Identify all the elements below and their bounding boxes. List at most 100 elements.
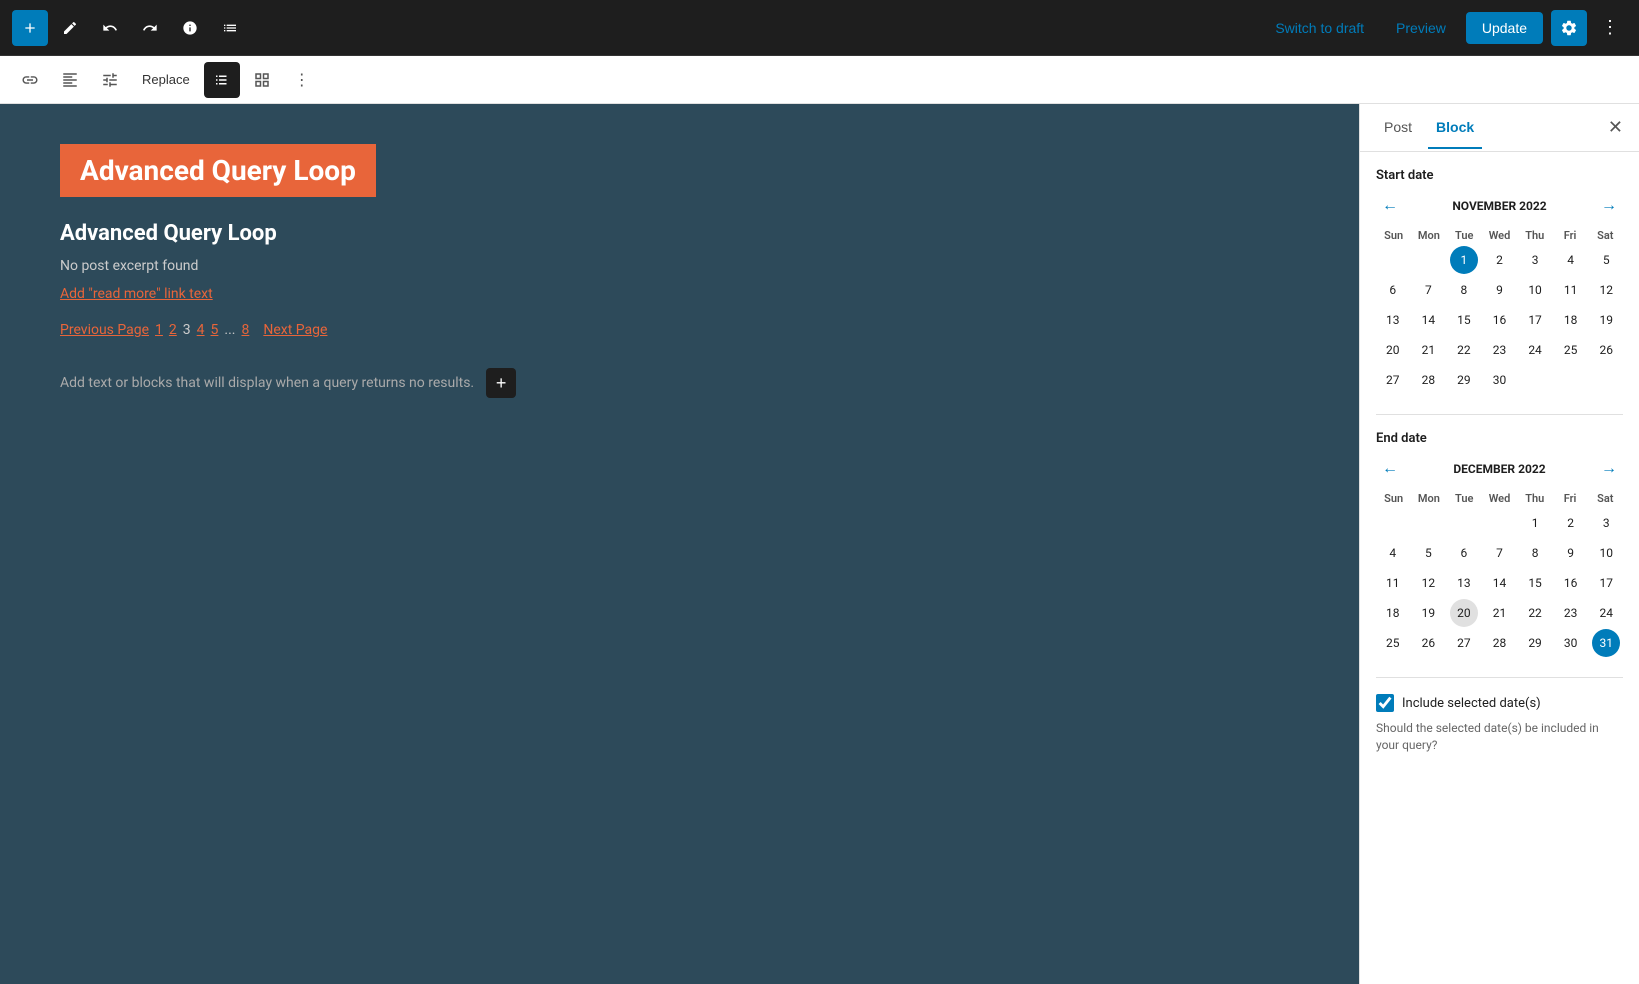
nov-day-25[interactable]: 25 (1557, 336, 1585, 364)
block-tab[interactable]: Block (1428, 107, 1482, 149)
sidebar-close-button[interactable]: ✕ (1608, 117, 1623, 138)
dec-day-25[interactable]: 25 (1379, 629, 1407, 657)
december-next-button[interactable]: → (1595, 458, 1623, 480)
update-button[interactable]: Update (1466, 12, 1543, 44)
post-tab[interactable]: Post (1376, 107, 1420, 149)
page-number-1[interactable]: 1 (155, 322, 163, 338)
preview-button[interactable]: Preview (1384, 14, 1458, 42)
replace-button[interactable]: Replace (132, 66, 200, 93)
nov-day-2[interactable]: 2 (1485, 246, 1513, 274)
nov-day-19[interactable]: 19 (1592, 306, 1620, 334)
list-view-active-button[interactable] (204, 62, 240, 98)
page-number-4[interactable]: 4 (197, 322, 205, 338)
november-calendar-grid: Sun Mon Tue Wed Thu Fri Sat 123456789101… (1376, 229, 1623, 394)
next-page-link[interactable]: Next Page (263, 322, 327, 338)
nov-day-17[interactable]: 17 (1521, 306, 1549, 334)
dec-day-6[interactable]: 6 (1450, 539, 1478, 567)
nov-day-4[interactable]: 4 (1557, 246, 1585, 274)
dec-day-17[interactable]: 17 (1592, 569, 1620, 597)
dec-day-27[interactable]: 27 (1450, 629, 1478, 657)
dec-day-11[interactable]: 11 (1379, 569, 1407, 597)
redo-button[interactable] (132, 10, 168, 46)
nov-day-20[interactable]: 20 (1379, 336, 1407, 364)
add-block-button[interactable] (12, 10, 48, 46)
dec-day-8[interactable]: 8 (1521, 539, 1549, 567)
header-mon: Mon (1411, 229, 1446, 242)
dec-day-24[interactable]: 24 (1592, 599, 1620, 627)
previous-page-link[interactable]: Previous Page (60, 322, 149, 338)
dec-day-16[interactable]: 16 (1557, 569, 1585, 597)
nov-day-6[interactable]: 6 (1379, 276, 1407, 304)
november-prev-button[interactable]: ← (1376, 195, 1404, 217)
dec-day-5[interactable]: 5 (1414, 539, 1442, 567)
dec-day-12[interactable]: 12 (1414, 569, 1442, 597)
dec-day-18[interactable]: 18 (1379, 599, 1407, 627)
more-block-options-button[interactable]: ⋮ (284, 62, 320, 98)
list-view-button[interactable] (212, 10, 248, 46)
nov-day-3[interactable]: 3 (1521, 246, 1549, 274)
dec-day-30[interactable]: 30 (1557, 629, 1585, 657)
dec-day-28[interactable]: 28 (1485, 629, 1513, 657)
include-dates-label[interactable]: Include selected date(s) (1402, 696, 1541, 711)
settings-button[interactable] (92, 62, 128, 98)
dec-day-15[interactable]: 15 (1521, 569, 1549, 597)
nov-day-8[interactable]: 8 (1450, 276, 1478, 304)
nov-day-9[interactable]: 9 (1485, 276, 1513, 304)
dec-day-22[interactable]: 22 (1521, 599, 1549, 627)
nov-day-23[interactable]: 23 (1485, 336, 1513, 364)
nov-day-27[interactable]: 27 (1379, 366, 1407, 394)
nov-day-29[interactable]: 29 (1450, 366, 1478, 394)
nov-day-13[interactable]: 13 (1379, 306, 1407, 334)
november-next-button[interactable]: → (1595, 195, 1623, 217)
nov-day-22[interactable]: 22 (1450, 336, 1478, 364)
december-prev-button[interactable]: ← (1376, 458, 1404, 480)
page-number-8[interactable]: 8 (241, 322, 249, 338)
add-block-inline-button[interactable]: + (486, 368, 516, 398)
nov-day-7[interactable]: 7 (1414, 276, 1442, 304)
dec-day-19[interactable]: 19 (1414, 599, 1442, 627)
dec-day-9[interactable]: 9 (1557, 539, 1585, 567)
nov-day-14[interactable]: 14 (1414, 306, 1442, 334)
undo-button[interactable] (92, 10, 128, 46)
page-number-5[interactable]: 5 (211, 322, 219, 338)
page-number-2[interactable]: 2 (169, 322, 177, 338)
dec-day-29[interactable]: 29 (1521, 629, 1549, 657)
dec-day-2[interactable]: 2 (1557, 509, 1585, 537)
align-button[interactable] (52, 62, 88, 98)
dec-day-14[interactable]: 14 (1485, 569, 1513, 597)
nov-day-18[interactable]: 18 (1557, 306, 1585, 334)
nov-day-26[interactable]: 26 (1592, 336, 1620, 364)
nov-day-16[interactable]: 16 (1485, 306, 1513, 334)
nov-day-28[interactable]: 28 (1414, 366, 1442, 394)
nov-day-21[interactable]: 21 (1414, 336, 1442, 364)
nov-day-24[interactable]: 24 (1521, 336, 1549, 364)
dec-day-10[interactable]: 10 (1592, 539, 1620, 567)
switch-to-draft-button[interactable]: Switch to draft (1263, 14, 1376, 42)
dec-day-26[interactable]: 26 (1414, 629, 1442, 657)
dec-header-wed: Wed (1482, 492, 1517, 505)
dec-day-4[interactable]: 4 (1379, 539, 1407, 567)
more-options-button[interactable]: ⋮ (1595, 11, 1627, 44)
dec-day-21[interactable]: 21 (1485, 599, 1513, 627)
dec-day-20[interactable]: 20 (1450, 599, 1478, 627)
dec-day-13[interactable]: 13 (1450, 569, 1478, 597)
nov-day-11[interactable]: 11 (1557, 276, 1585, 304)
nov-day-1[interactable]: 1 (1450, 246, 1478, 274)
nov-day-12[interactable]: 12 (1592, 276, 1620, 304)
grid-view-button[interactable] (244, 62, 280, 98)
include-dates-checkbox[interactable] (1376, 694, 1394, 712)
link-button[interactable] (12, 62, 48, 98)
settings-gear-button[interactable] (1551, 10, 1587, 46)
dec-day-23[interactable]: 23 (1557, 599, 1585, 627)
info-button[interactable] (172, 10, 208, 46)
editor-pen-button[interactable] (52, 10, 88, 46)
dec-day-1[interactable]: 1 (1521, 509, 1549, 537)
dec-day-7[interactable]: 7 (1485, 539, 1513, 567)
nov-day-15[interactable]: 15 (1450, 306, 1478, 334)
read-more-link[interactable]: Add "read more" link text (60, 286, 1299, 302)
nov-day-5[interactable]: 5 (1592, 246, 1620, 274)
dec-day-31[interactable]: 31 (1592, 629, 1620, 657)
dec-day-3[interactable]: 3 (1592, 509, 1620, 537)
nov-day-10[interactable]: 10 (1521, 276, 1549, 304)
nov-day-30[interactable]: 30 (1485, 366, 1513, 394)
